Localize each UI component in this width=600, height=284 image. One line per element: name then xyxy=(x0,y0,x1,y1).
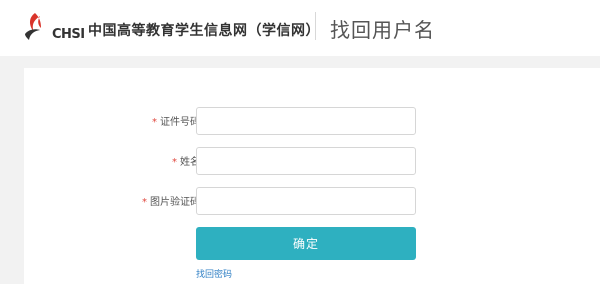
header-divider xyxy=(315,12,316,40)
page-title: 找回用户名 xyxy=(330,18,435,42)
required-mark: * xyxy=(142,197,147,208)
name-input[interactable] xyxy=(196,147,416,175)
logo-text: CHSI xyxy=(52,27,85,42)
captcha-input[interactable] xyxy=(196,187,416,215)
id-number-row: * 证件号码 xyxy=(24,107,600,135)
name-row: * 姓名 xyxy=(24,147,600,175)
recover-password-link[interactable]: 找回密码 xyxy=(196,267,232,280)
required-mark: * xyxy=(172,157,177,168)
required-mark: * xyxy=(152,117,157,128)
chsi-logo[interactable]: CHSI xyxy=(22,10,85,46)
id-number-input[interactable] xyxy=(196,107,416,135)
confirm-button[interactable]: 确定 xyxy=(196,227,416,260)
site-header: CHSI 中国高等教育学生信息网（学信网） 找回用户名 xyxy=(0,0,600,56)
form-panel: * 证件号码 * 姓名 * 图片验证码 确定 找回密码 xyxy=(24,68,600,284)
captcha-label: * 图片验证码 xyxy=(142,197,200,208)
captcha-row: * 图片验证码 xyxy=(24,187,600,215)
id-number-label: * 证件号码 xyxy=(152,117,200,128)
site-name: 中国高等教育学生信息网（学信网） xyxy=(88,23,320,39)
